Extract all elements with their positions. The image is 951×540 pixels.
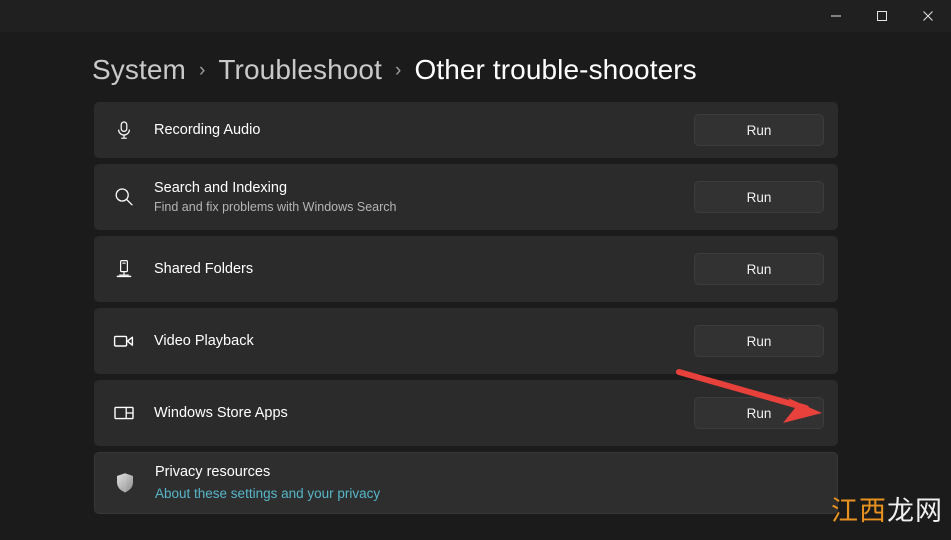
list-item-video-playback[interactable]: Video Playback Run	[94, 308, 838, 374]
breadcrumb-item-current: Other trouble-shooters	[414, 54, 697, 85]
minimize-button[interactable]	[813, 0, 859, 32]
server-icon	[108, 258, 140, 280]
run-button-search-and-indexing[interactable]: Run	[694, 181, 824, 213]
list-item-text: Recording Audio	[154, 121, 694, 140]
run-button-windows-store-apps[interactable]: Run	[694, 397, 824, 429]
privacy-resources-card: Privacy resources About these settings a…	[94, 452, 838, 514]
main-content: System › Troubleshoot › Other trouble-sh…	[0, 32, 951, 540]
list-item-text: Search and Indexing Find and fix problem…	[154, 179, 694, 216]
privacy-link[interactable]: About these settings and your privacy	[155, 484, 837, 503]
close-icon	[923, 11, 933, 21]
list-item-title: Shared Folders	[154, 260, 254, 277]
shield-icon	[109, 470, 141, 496]
breadcrumb-separator: ›	[395, 60, 402, 81]
list-item-subtitle: Find and fix problems with Windows Searc…	[154, 199, 397, 214]
privacy-text: Privacy resources About these settings a…	[155, 463, 837, 503]
troubleshooter-list: Recording Audio Run Search and Indexing …	[94, 102, 838, 520]
list-item-title: Windows Store Apps	[154, 404, 288, 421]
maximize-icon	[877, 11, 887, 21]
watermark-part2: 龙网	[887, 496, 943, 527]
watermark-part1: 江西	[831, 496, 887, 527]
list-item-recording-audio[interactable]: Recording Audio Run	[94, 102, 838, 158]
breadcrumb-item-troubleshoot[interactable]: Troubleshoot	[218, 54, 382, 86]
run-button-recording-audio[interactable]: Run	[694, 114, 824, 146]
maximize-button[interactable]	[859, 0, 905, 32]
run-button-video-playback[interactable]: Run	[694, 325, 824, 357]
list-item-title: Recording Audio	[154, 121, 261, 138]
microphone-icon	[108, 119, 140, 141]
search-icon	[108, 186, 140, 208]
app-window-icon	[108, 402, 140, 424]
list-item-windows-store-apps[interactable]: Windows Store Apps Run	[94, 380, 838, 446]
breadcrumb-separator: ›	[198, 60, 206, 81]
list-item-title: Search and Indexing	[154, 179, 288, 196]
list-item-title: Video Playback	[154, 332, 254, 349]
watermark: 江西龙网	[831, 489, 943, 528]
minimize-icon	[831, 15, 841, 17]
list-item-text: Video Playback	[154, 332, 694, 351]
list-item-search-and-indexing[interactable]: Search and Indexing Find and fix problem…	[94, 164, 838, 230]
privacy-title: Privacy resources	[155, 464, 271, 480]
title-bar	[0, 0, 951, 32]
run-button-shared-folders[interactable]: Run	[694, 253, 824, 285]
close-button[interactable]	[905, 0, 951, 32]
breadcrumb-item-system[interactable]: System	[92, 54, 186, 86]
list-item-shared-folders[interactable]: Shared Folders Run	[94, 236, 838, 302]
breadcrumb: System › Troubleshoot › Other trouble-sh…	[92, 54, 697, 86]
list-item-text: Shared Folders	[154, 260, 694, 279]
video-camera-icon	[108, 330, 140, 352]
list-item-text: Windows Store Apps	[154, 404, 694, 423]
